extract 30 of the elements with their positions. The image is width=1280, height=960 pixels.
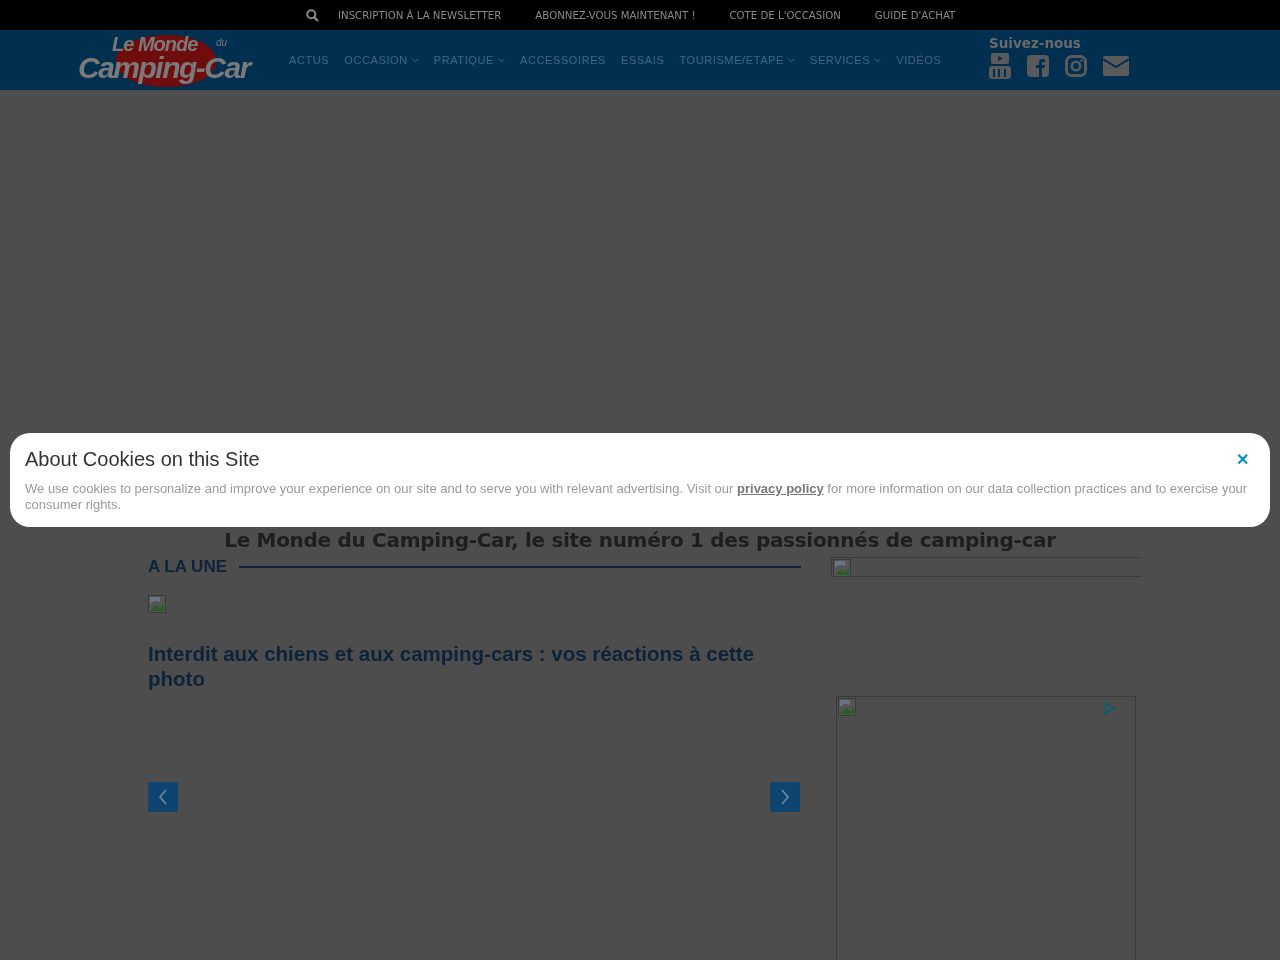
nav-link[interactable]: ACTUS: [289, 54, 330, 66]
section-heading: A LA UNE: [148, 557, 227, 577]
nav-link[interactable]: OCCASION: [344, 54, 419, 66]
nav-link[interactable]: VIDÉOS: [896, 54, 942, 66]
search-icon[interactable]: [306, 8, 319, 22]
chevron-right-icon: [780, 789, 790, 805]
follow-us-label: Suivez-nous: [989, 35, 1082, 51]
cookie-title: About Cookies on this Site: [25, 448, 260, 471]
next-button[interactable]: [770, 782, 800, 812]
broken-image-icon: [148, 595, 166, 613]
top-bar-link[interactable]: GUIDE D'ACHAT: [874, 9, 956, 21]
youtube-icon[interactable]: [989, 53, 1011, 79]
nav-link[interactable]: SERVICES: [810, 54, 882, 66]
top-bar-link[interactable]: INSCRIPTION À LA NEWSLETTER: [338, 9, 502, 21]
facebook-icon[interactable]: [1027, 55, 1049, 77]
privacy-policy-link[interactable]: privacy policy: [737, 481, 824, 496]
play-triangle-icon[interactable]: [1104, 702, 1116, 715]
nav-link[interactable]: ESSAIS: [621, 54, 665, 66]
top-bar-link[interactable]: COTE DE L'OCCASION: [729, 9, 841, 21]
mail-icon[interactable]: [1103, 56, 1129, 76]
nav-link[interactable]: PRATIQUE: [433, 54, 505, 66]
top-bar-link[interactable]: ABONNEZ-VOUS MAINTENANT !: [535, 9, 696, 21]
previous-button[interactable]: [148, 782, 178, 812]
article-title[interactable]: Interdit aux chiens et aux camping-cars : vos réactions à cette photo: [148, 641, 801, 691]
nav-link[interactable]: TOURISME/ETAPE: [679, 54, 795, 66]
close-button[interactable]: ✕: [1230, 450, 1255, 469]
nav-link[interactable]: ACCESSOIRES: [520, 54, 607, 66]
cookie-message: We use cookies to personalize and improve your experience on our site and to serve you with relevant advertising. Visit our privacy policy for more information on our data collection practices and to exercise your consumer rights.: [25, 481, 1249, 513]
instagram-icon[interactable]: [1065, 55, 1087, 77]
chevron-left-icon: [158, 789, 168, 805]
